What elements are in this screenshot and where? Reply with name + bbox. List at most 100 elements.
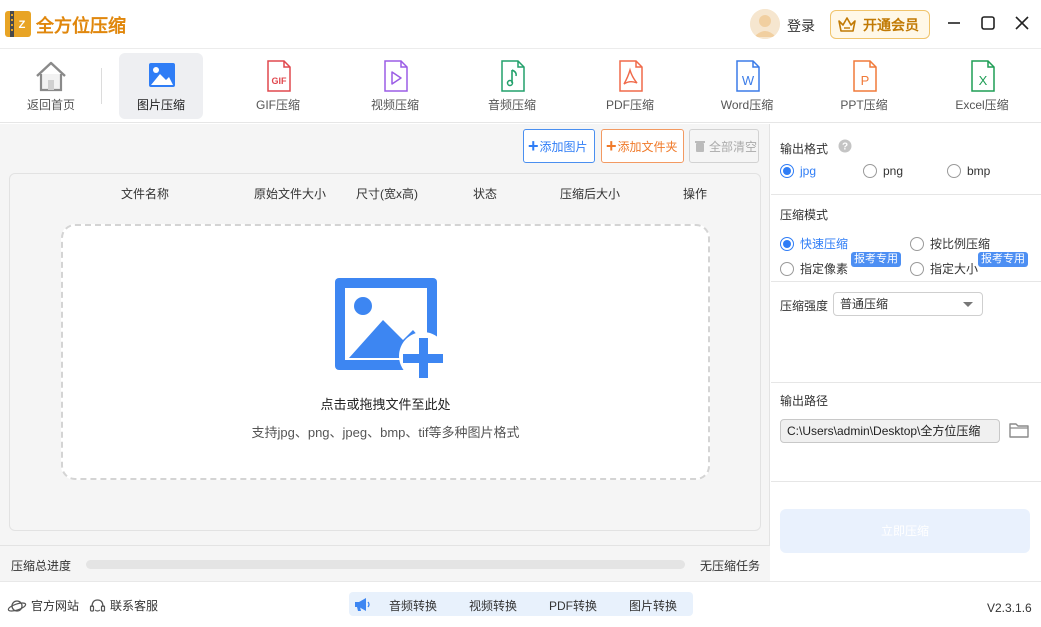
strength-label: 压缩强度	[780, 299, 829, 313]
header-file-name: 文件名称	[121, 187, 170, 201]
add-folder-button[interactable]: + 添加文件夹	[601, 129, 684, 163]
mode-radio-size[interactable]: 指定大小	[910, 260, 978, 277]
excel-file-icon: X	[971, 60, 995, 92]
progress-bar	[86, 560, 685, 569]
clear-all-label: 全部清空	[709, 139, 758, 154]
quick-links-bar: 音频转换 视频转换 PDF转换 图片转换	[349, 592, 693, 616]
tool-excel-compress[interactable]: X Excel压缩	[940, 53, 1024, 119]
help-icon[interactable]: ?	[838, 139, 852, 153]
radio-label: 指定像素	[800, 262, 849, 276]
tool-word-compress[interactable]: W Word压缩	[705, 53, 789, 119]
tool-pdf-compress[interactable]: PDF压缩	[588, 53, 672, 119]
format-radio-bmp[interactable]: bmp	[947, 164, 990, 178]
radio-label: jpg	[800, 164, 817, 178]
radio-label: 按比例压缩	[930, 237, 991, 251]
word-file-icon: W	[736, 60, 760, 92]
divider	[771, 194, 1041, 195]
mode-radio-fast[interactable]: 快速压缩	[780, 235, 848, 252]
exam-badge: 报考专用	[851, 252, 901, 267]
format-radio-jpg[interactable]: jpg	[780, 164, 816, 178]
drop-zone[interactable]: 点击或拖拽文件至此处 支持jpg、png、jpeg、bmp、tif等多种图片格式	[61, 224, 710, 480]
video-file-icon	[384, 60, 408, 92]
radio-dot	[780, 236, 794, 251]
tool-image-compress[interactable]: 图片压缩	[119, 53, 203, 119]
mode-radio-ratio[interactable]: 按比例压缩	[910, 235, 990, 252]
tool-label: GIF压缩	[256, 98, 300, 112]
divider	[771, 382, 1041, 383]
customer-service-link[interactable]: 联系客服	[89, 597, 158, 614]
ppt-file-icon: P	[853, 60, 877, 92]
tool-label: Excel压缩	[955, 98, 1009, 112]
app-title: 全方位压缩	[36, 16, 126, 36]
tool-label: Word压缩	[720, 98, 774, 112]
add-folder-label: 添加文件夹	[617, 139, 678, 154]
drop-zone-title: 点击或拖拽文件至此处	[320, 397, 451, 412]
add-image-button[interactable]: + 添加图片	[523, 129, 595, 163]
header-actions: 操作	[683, 187, 708, 201]
tool-label: 返回首页	[26, 98, 75, 112]
user-avatar-icon	[750, 9, 780, 39]
folder-icon[interactable]	[1009, 422, 1029, 438]
settings-panel: 输出格式 ? jpg png bmp 压缩模式 快速压缩 按比例压缩 指定像素 …	[771, 124, 1041, 581]
customer-service-label: 联系客服	[110, 599, 159, 613]
output-format-title: 输出格式	[780, 142, 829, 156]
radio-dot	[780, 164, 794, 178]
word-letter: W	[742, 73, 755, 88]
audio-file-icon	[501, 60, 525, 92]
tool-label: PDF压缩	[605, 98, 654, 112]
quick-link-pdf-convert[interactable]: PDF转换	[549, 597, 597, 614]
tool-home[interactable]: 返回首页	[9, 53, 93, 119]
format-radio-png[interactable]: png	[863, 164, 903, 178]
trash-icon	[695, 140, 705, 152]
tool-video-compress[interactable]: 视频压缩	[353, 53, 437, 119]
start-compress-button[interactable]: 立即压缩	[780, 509, 1030, 553]
radio-label: bmp	[967, 164, 991, 178]
tool-ppt-compress[interactable]: P PPT压缩	[822, 53, 906, 119]
quick-link-image-convert[interactable]: 图片转换	[629, 597, 677, 614]
strength-select[interactable]: 普通压缩	[833, 292, 983, 316]
toolbar-divider	[101, 68, 102, 104]
footer: 官方网站 联系客服 音频转换 视频转换 PDF转换 图片转换 V2.3.1.6	[0, 581, 1041, 627]
plus-icon: +	[606, 136, 617, 156]
avatar[interactable]	[750, 9, 780, 39]
version-label: V2.3.1.6	[987, 601, 1032, 615]
header-status: 状态	[473, 187, 498, 201]
official-website-label: 官方网站	[31, 599, 80, 613]
vip-button[interactable]: 开通会员	[830, 10, 930, 39]
toolbar: 返回首页 图片压缩 GIF GIF压缩 视频压缩 音频压缩 PDF压缩 W Wo…	[0, 48, 1041, 123]
tool-audio-compress[interactable]: 音频压缩	[470, 53, 554, 119]
quick-link-audio-convert[interactable]: 音频转换	[389, 597, 437, 614]
header-dimensions: 尺寸(宽x高)	[356, 187, 418, 201]
megaphone-icon	[355, 598, 370, 611]
radio-dot	[863, 164, 877, 178]
official-website-link[interactable]: 官方网站	[7, 597, 79, 614]
planet-icon	[7, 599, 27, 612]
maximize-icon[interactable]	[978, 13, 998, 33]
output-path-field[interactable]: C:\Users\admin\Desktop\全方位压缩	[780, 419, 1000, 443]
radio-dot	[947, 164, 961, 178]
tool-label: PPT压缩	[840, 98, 888, 112]
login-link[interactable]: 登录	[787, 16, 815, 36]
tool-label: 图片压缩	[136, 98, 185, 112]
radio-label: png	[883, 164, 904, 178]
progress-row: 压缩总进度 无压缩任务	[0, 545, 770, 581]
mode-radio-pixels[interactable]: 指定像素	[780, 260, 848, 277]
clear-all-button[interactable]: 全部清空	[689, 129, 759, 163]
svg-text:Z: Z	[19, 19, 26, 31]
tool-gif-compress[interactable]: GIF GIF压缩	[236, 53, 320, 119]
radio-dot	[910, 261, 924, 276]
title-bar: Z 全方位压缩 登录 开通会员	[0, 0, 1041, 48]
header-compressed-size: 压缩后大小	[560, 187, 621, 201]
gif-file-icon: GIF	[267, 60, 291, 92]
vip-label: 开通会员	[863, 16, 919, 33]
plus-icon: +	[528, 136, 539, 156]
headset-icon	[89, 598, 106, 612]
image-icon	[149, 63, 175, 87]
exam-badge: 报考专用	[978, 252, 1028, 267]
close-icon[interactable]	[1012, 13, 1032, 33]
minimize-icon[interactable]	[944, 13, 964, 33]
quick-link-video-convert[interactable]: 视频转换	[469, 597, 517, 614]
gif-text: GIF	[272, 76, 288, 86]
svg-text:?: ?	[842, 142, 848, 153]
chevron-down-icon	[963, 302, 973, 307]
